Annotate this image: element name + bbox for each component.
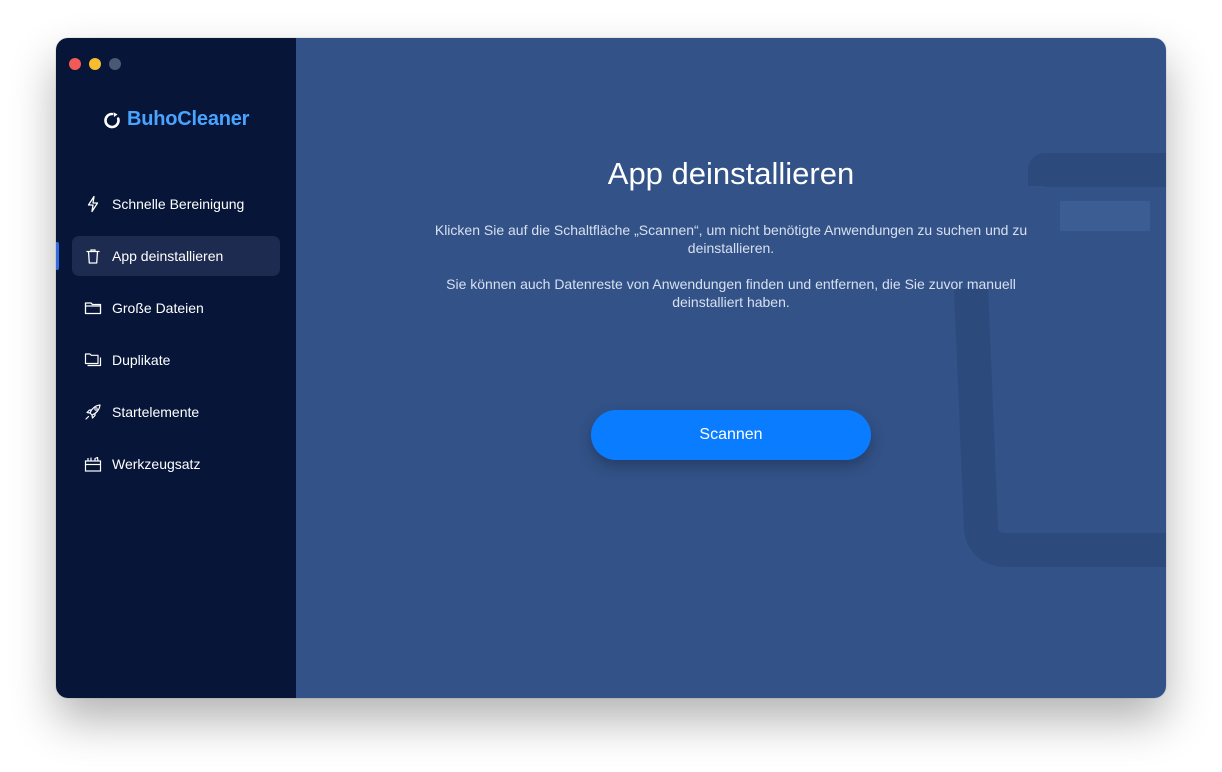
sidebar-item-label: Startelemente	[112, 404, 200, 420]
sidebar-item-duplikate[interactable]: Duplikate	[72, 340, 280, 380]
sidebar-item-schnelle-bereinigung[interactable]: Schnelle Bereinigung	[72, 184, 280, 224]
sidebar-item-label: Werkzeugsatz	[112, 456, 201, 472]
sidebar-item-werkzeugsatz[interactable]: Werkzeugsatz	[72, 444, 280, 484]
app-logo: BuhoCleaner	[104, 108, 249, 131]
zoom-window-button[interactable]	[109, 58, 121, 70]
scan-button[interactable]: Scannen	[591, 410, 871, 460]
sidebar: BuhoCleaner Schnelle Bereinigung App dei…	[56, 38, 296, 698]
duplicate-folder-icon	[84, 351, 102, 369]
app-window: BuhoCleaner Schnelle Bereinigung App dei…	[56, 38, 1166, 698]
sidebar-item-label: Große Dateien	[112, 300, 204, 316]
sidebar-item-startelemente[interactable]: Startelemente	[72, 392, 280, 432]
buho-logo-icon	[104, 111, 120, 128]
sidebar-item-label: Schnelle Bereinigung	[112, 196, 245, 212]
description-text: Klicken Sie auf die Schaltfläche „Scanne…	[434, 222, 1028, 256]
sidebar-item-grosse-dateien[interactable]: Große Dateien	[72, 288, 280, 328]
page-title: App deinstallieren	[607, 156, 855, 191]
lightning-icon	[84, 195, 102, 213]
sidebar-nav: Schnelle Bereinigung App deinstallieren …	[56, 184, 280, 496]
minimize-window-button[interactable]	[89, 58, 101, 70]
folder-icon	[84, 299, 102, 317]
app-name: BuhoCleaner	[127, 108, 250, 130]
sidebar-item-label: Duplikate	[112, 352, 171, 368]
sidebar-item-label: App deinstallieren	[112, 248, 224, 264]
close-window-button[interactable]	[69, 58, 81, 70]
main-panel: App deinstallieren Klicken Sie auf die S…	[296, 38, 1166, 698]
trash-background-illustration	[954, 153, 1166, 567]
description-secondary-text: Sie können auch Datenreste von Anwendung…	[446, 276, 1016, 310]
trash-icon	[84, 247, 102, 265]
sidebar-item-app-deinstallieren[interactable]: App deinstallieren	[56, 236, 280, 276]
rocket-icon	[84, 403, 102, 421]
window-controls	[69, 58, 121, 70]
toolbox-icon	[84, 455, 102, 473]
